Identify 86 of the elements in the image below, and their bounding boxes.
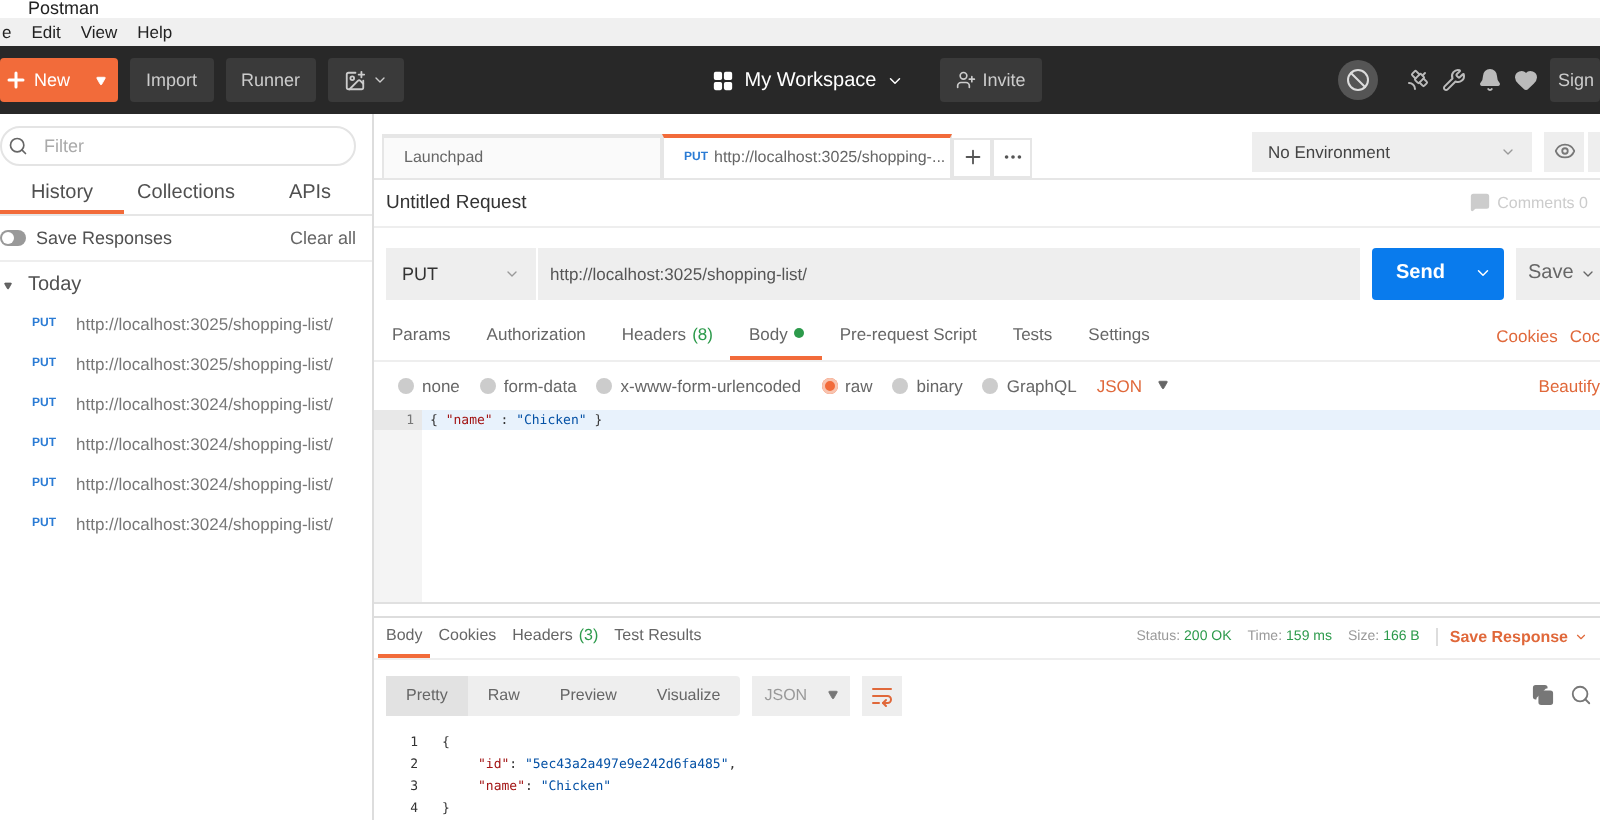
invite-button[interactable]: Invite [940, 58, 1042, 102]
sidebar-tab[interactable]: Collections [124, 174, 248, 214]
environment-select[interactable]: No Environment [1252, 131, 1532, 172]
new-button[interactable]: New [0, 58, 119, 102]
plus-icon [961, 146, 983, 169]
body-mode-radio[interactable]: x-www-form-urlencoded [596, 375, 802, 396]
search-icon [8, 136, 28, 156]
view-tab[interactable]: Preview [539, 675, 637, 716]
add-tab-button[interactable] [952, 137, 992, 178]
grid-icon [712, 69, 735, 91]
sidebar-tab[interactable]: APIs [248, 174, 372, 214]
response-tab[interactable]: Cookies [430, 617, 505, 658]
plus-icon [4, 68, 28, 92]
history-url[interactable]: http://localhost:3024/shopping-list/ [76, 514, 334, 534]
eye-button[interactable] [1544, 131, 1584, 172]
request-section-tab[interactable]: Settings [1070, 311, 1168, 360]
method-select[interactable]: PUT [386, 247, 536, 300]
menu-item[interactable]: View [78, 22, 120, 42]
sync-button[interactable] [1338, 60, 1378, 100]
save-button[interactable]: Save [1516, 247, 1600, 300]
bell-icon[interactable] [1478, 68, 1502, 92]
search-icon[interactable] [1570, 684, 1592, 707]
user-plus-icon [956, 70, 977, 90]
request-section-tab[interactable]: Pre-request Script [821, 311, 995, 360]
response-tab[interactable]: Headers (3) [504, 617, 607, 658]
menu-item[interactable]: Help [135, 22, 175, 42]
response-tab[interactable]: Body [378, 617, 431, 658]
copy-icon[interactable] [1532, 684, 1554, 707]
wrench-icon[interactable] [1442, 68, 1466, 92]
body-mode-radio[interactable]: none [398, 375, 460, 396]
clear-all-link[interactable]: Clear all [289, 228, 356, 248]
request-section-tab[interactable]: Headers (8) [603, 311, 731, 360]
history-url[interactable]: http://localhost:3024/shopping-list/ [76, 394, 334, 414]
sync-off-icon [1346, 68, 1370, 92]
filter-box[interactable]: Filter [0, 126, 356, 166]
sign-in-button[interactable]: Sign [1550, 58, 1600, 102]
request-tab[interactable]: Launchpad [382, 133, 662, 178]
save-responses-label: Save Responses [36, 228, 173, 248]
body-mode-radio[interactable]: raw [821, 375, 873, 396]
view-tab[interactable]: Raw [467, 675, 540, 716]
workspace-selector[interactable]: My Workspace [700, 67, 917, 93]
request-section-tab[interactable]: Authorization [468, 311, 604, 360]
wrap-icon [869, 683, 894, 708]
request-section-tab[interactable]: Body [730, 311, 822, 360]
beautify-link[interactable]: Beautify [1538, 375, 1600, 396]
add-window-button[interactable] [328, 58, 405, 102]
history-url[interactable]: http://localhost:3024/shopping-list/ [76, 434, 334, 454]
body-mode-radio[interactable]: GraphQL [982, 375, 1077, 396]
cookies-link[interactable]: Cookies [1496, 325, 1558, 346]
save-responses-toggle[interactable] [0, 230, 26, 246]
menu-item[interactable]: Edit [29, 22, 63, 42]
menu-item[interactable]: e [0, 22, 14, 42]
window-title: Postman [28, 0, 100, 18]
format-select[interactable]: JSON [1096, 375, 1169, 396]
caret-icon [4, 281, 12, 289]
url-field[interactable]: http://localhost:3025/shopping-list/ [536, 247, 1360, 300]
satellite-icon[interactable] [1406, 68, 1430, 92]
body-mode-radio[interactable]: form-data [479, 375, 577, 396]
request-title: Untitled Request [386, 191, 527, 214]
body-mode-radio[interactable]: binary [892, 375, 963, 396]
send-button[interactable]: Send [1372, 247, 1504, 300]
sidebar-tab[interactable]: History [0, 174, 124, 214]
view-tab[interactable]: Pretty [386, 675, 468, 716]
caret-icon [827, 690, 838, 701]
history-group[interactable]: Today [0, 262, 82, 304]
history-url[interactable]: http://localhost:3025/shopping-list/ [76, 314, 334, 334]
response-tab[interactable]: Test Results [606, 617, 710, 658]
save-response-button[interactable]: Save Response [1435, 628, 1600, 647]
eye-icon [1553, 140, 1575, 163]
caret-icon [1574, 630, 1588, 645]
history-url[interactable]: http://localhost:3024/shopping-list/ [76, 474, 334, 494]
request-section-tab[interactable]: Params [386, 311, 469, 360]
import-button[interactable]: Import [130, 58, 214, 102]
caret-icon [372, 72, 389, 88]
wrap-button[interactable] [861, 675, 902, 716]
runner-button[interactable]: Runner [225, 58, 317, 102]
image-plus-icon [344, 69, 367, 91]
caret-icon [1158, 380, 1169, 391]
heart-icon[interactable] [1514, 68, 1538, 92]
request-section-tab[interactable]: Tests [994, 311, 1071, 360]
filter-field[interactable]: Filter [40, 130, 338, 162]
comment-icon [1469, 192, 1490, 213]
caret-icon [96, 75, 107, 85]
history-url[interactable]: http://localhost:3025/shopping-list/ [76, 354, 334, 374]
cookies-link[interactable]: Coc [1569, 325, 1600, 346]
view-tab[interactable]: Visualize [636, 675, 741, 716]
